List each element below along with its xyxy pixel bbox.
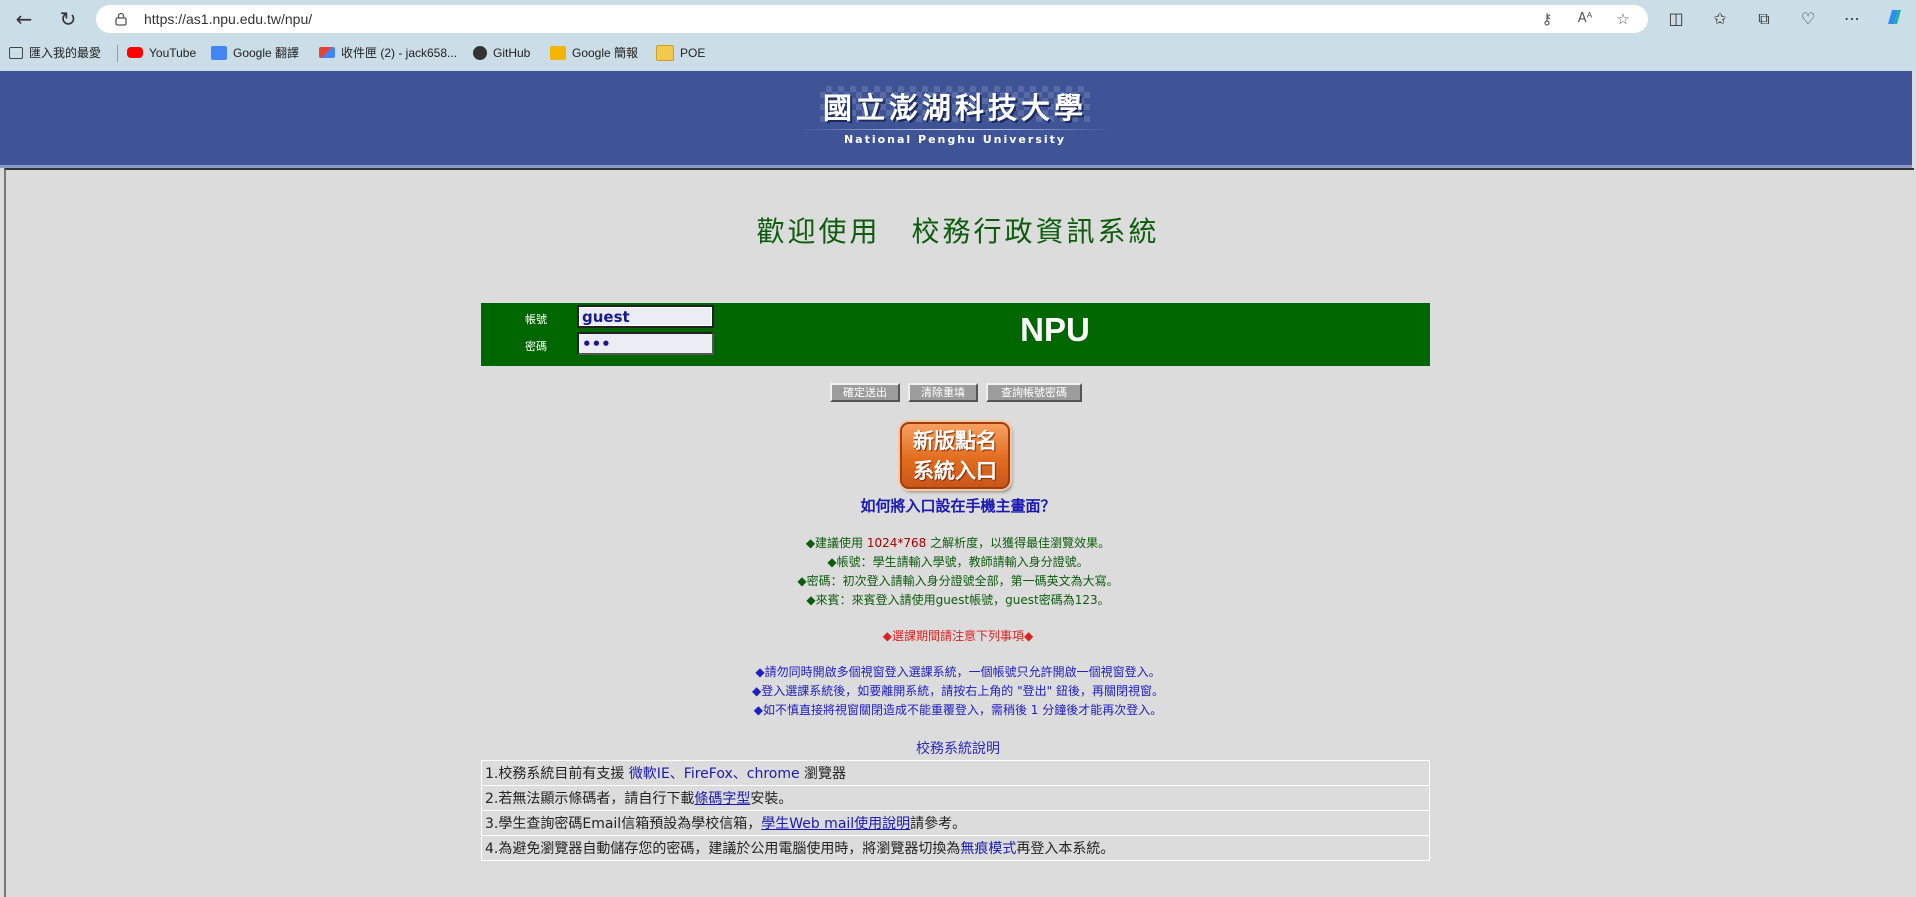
- info-text: 3.學生查詢密碼Email信箱預設為學校信箱，: [485, 816, 762, 832]
- account-input[interactable]: [577, 305, 714, 328]
- tip-text: 之解析度，以獲得最佳瀏覽效果。: [926, 536, 1111, 550]
- bookmark-label: YouTube: [149, 46, 197, 60]
- table-row: 1.校務系統目前有支援 微軟IE、FireFox、chrome 瀏覽器: [481, 760, 1430, 786]
- info-text: 再登入本系統。: [1016, 841, 1115, 857]
- tip-resolution: ◆建議使用 1024*768 之解析度，以獲得最佳瀏覽效果。: [0, 534, 1916, 551]
- bookmark-label: Google 簡報: [572, 46, 639, 60]
- bookmark-import-favorites[interactable]: 匯入我的最愛: [9, 40, 101, 67]
- folder-icon: [656, 44, 674, 61]
- bookmark-gmail[interactable]: 收件匣 (2) - jack658...: [319, 40, 457, 67]
- site-header: 國立澎湖科技大學 National Penghu University: [0, 71, 1912, 168]
- barcode-font-link[interactable]: 條碼字型: [694, 791, 750, 807]
- bookmark-poe[interactable]: POE: [656, 40, 705, 67]
- bookmark-google-slides[interactable]: Google 簡報: [550, 40, 638, 67]
- more-menu-icon[interactable]: ⋯: [1838, 6, 1866, 32]
- favorites-icon[interactable]: ✩: [1706, 6, 1734, 32]
- password-label: 密碼: [525, 340, 547, 353]
- copilot-icon[interactable]: [1880, 6, 1908, 32]
- tip-guest: ◆來賓：來賓登入請使用guest帳號，guest密碼為123。: [806, 593, 1110, 607]
- bookmark-label: GitHub: [493, 46, 531, 60]
- bookmark-label: POE: [680, 46, 706, 60]
- university-logo[interactable]: 國立澎湖科技大學 National Penghu University: [800, 85, 1110, 155]
- gmail-icon: [319, 47, 335, 59]
- bookmark-github[interactable]: GitHub: [473, 40, 530, 67]
- split-screen-icon[interactable]: ◫: [1662, 6, 1690, 32]
- lock-icon: [115, 12, 127, 26]
- course-notice-title: ◆選課期間請注意下列事項◆: [882, 629, 1034, 643]
- table-cell: 3.學生查詢密碼Email信箱預設為學校信箱，學生Web mail使用說明請參考…: [481, 810, 1430, 836]
- submit-button[interactable]: 確定送出: [830, 383, 900, 402]
- youtube-icon: [127, 47, 143, 59]
- web-page: 國立澎湖科技大學 National Penghu University 歡迎使用…: [0, 71, 1916, 897]
- info-text: 安裝。: [750, 791, 793, 807]
- login-form: 帳號 密碼 NPU: [481, 303, 1430, 366]
- howto-home-screen-link[interactable]: 如何將入口設在手機主畫面？: [0, 495, 1916, 516]
- rollcall-line-2: 系統入口: [913, 459, 997, 483]
- bookmark-label: 匯入我的最愛: [29, 46, 102, 60]
- table-row: 4.為避免瀏覽器自動儲存您的密碼，建議於公用電腦使用時，將瀏覽器切換為無痕模式再…: [481, 835, 1430, 861]
- account-label: 帳號: [525, 313, 547, 326]
- table-cell: 2.若無法顯示條碼者，請自行下載條碼字型安裝。: [481, 785, 1430, 811]
- rollcall-line-1: 新版點名: [913, 429, 997, 453]
- browser-toolbar: ← ↻ https://as1.npu.edu.tw/npu/ ⚷ Aᴬ ☆ ◫…: [0, 0, 1916, 71]
- info-heading: 校務系統說明: [916, 741, 1000, 757]
- bookmark-label: Google 翻譯: [233, 46, 300, 60]
- course-notice-item: ◆登入選課系統後，如要離開系統，請按右上角的 "登出" 鈕後，再關閉視窗。: [752, 684, 1164, 698]
- page-title: 歡迎使用 校務行政資訊系統: [756, 215, 1160, 248]
- table-cell: 4.為避免瀏覽器自動儲存您的密碼，建議於公用電腦使用時，將瀏覽器切換為無痕模式再…: [481, 835, 1430, 861]
- bookmark-youtube[interactable]: YouTube: [127, 40, 196, 67]
- table-row: 3.學生查詢密碼Email信箱預設為學校信箱，學生Web mail使用說明請參考…: [481, 810, 1430, 836]
- info-text: 1.校務系統目前有支援: [485, 766, 629, 782]
- logo-divider: [800, 129, 1110, 130]
- logo-english-name: National Penghu University: [843, 133, 1067, 146]
- bookmark-google-translate[interactable]: Google 翻譯: [211, 40, 299, 67]
- logo-chinese-name: 國立澎湖科技大學: [822, 91, 1087, 125]
- tip-text: ◆建議使用: [805, 536, 867, 550]
- table-row: 2.若無法顯示條碼者，請自行下載條碼字型安裝。: [481, 785, 1430, 811]
- key-icon[interactable]: ⚷: [1536, 8, 1558, 30]
- incognito-mode-text: 無痕模式: [960, 841, 1017, 857]
- table-cell: 1.校務系統目前有支援 微軟IE、FireFox、chrome 瀏覽器: [481, 760, 1430, 786]
- webmail-guide-link[interactable]: 學生Web mail使用說明: [761, 816, 910, 832]
- npu-brand: NPU: [1020, 311, 1090, 348]
- info-text: 瀏覽器: [799, 766, 847, 782]
- supported-browsers: 微軟IE、FireFox、chrome: [628, 766, 800, 782]
- tip-password: ◆密碼：初次登入請輸入身分證號全部，第一碼英文為大寫。: [797, 574, 1119, 588]
- course-notice-item: ◆請勿同時開啟多個視窗登入選課系統，一個帳號只允許開啟一個視窗登入。: [755, 665, 1161, 679]
- tip-resolution-value: 1024*768: [866, 536, 927, 550]
- browser-essentials-icon[interactable]: ♡: [1794, 6, 1822, 32]
- info-table: 1.校務系統目前有支援 微軟IE、FireFox、chrome 瀏覽器 2.若無…: [481, 760, 1430, 861]
- url-text[interactable]: https://as1.npu.edu.tw/npu/: [144, 5, 312, 33]
- address-bar[interactable]: https://as1.npu.edu.tw/npu/ ⚷ Aᴬ ☆: [96, 5, 1648, 33]
- bookmark-label: 收件匣 (2) - jack658...: [341, 46, 458, 60]
- star-favorite-icon[interactable]: ☆: [1612, 8, 1634, 30]
- read-aloud-icon[interactable]: Aᴬ: [1574, 8, 1596, 30]
- tip-account: ◆帳號：學生請輸入學號，教師請輸入身分證號。: [827, 555, 1089, 569]
- info-text: 2.若無法顯示條碼者，請自行下載: [485, 791, 695, 807]
- password-input[interactable]: [577, 332, 714, 355]
- lookup-account-button[interactable]: 查詢帳號密碼: [986, 383, 1082, 402]
- info-text: 4.為避免瀏覽器自動儲存您的密碼，建議於公用電腦使用時，將瀏覽器切換為: [485, 841, 961, 857]
- refresh-icon[interactable]: ↻: [54, 6, 82, 32]
- address-row: ← ↻ https://as1.npu.edu.tw/npu/ ⚷ Aᴬ ☆ ◫…: [0, 0, 1916, 37]
- info-text: 請參考。: [910, 816, 967, 832]
- collections-icon[interactable]: ⧉: [1750, 6, 1778, 32]
- course-notice-item: ◆如不慎直接將視窗關閉造成不能重覆登入，需稍後 1 分鐘後才能再次登入。: [753, 703, 1163, 717]
- google-slides-icon: [550, 45, 566, 60]
- reset-button[interactable]: 清除重填: [908, 383, 978, 402]
- github-icon: [473, 45, 487, 60]
- google-translate-icon: [211, 45, 227, 60]
- back-arrow-icon[interactable]: ←: [10, 6, 38, 32]
- rollcall-system-button[interactable]: 新版點名 系統入口: [900, 422, 1010, 489]
- bookmarks-bar: 匯入我的最愛 YouTube Google 翻譯 收件匣 (2) - jack6…: [0, 40, 1916, 67]
- import-favorites-icon: [9, 46, 23, 59]
